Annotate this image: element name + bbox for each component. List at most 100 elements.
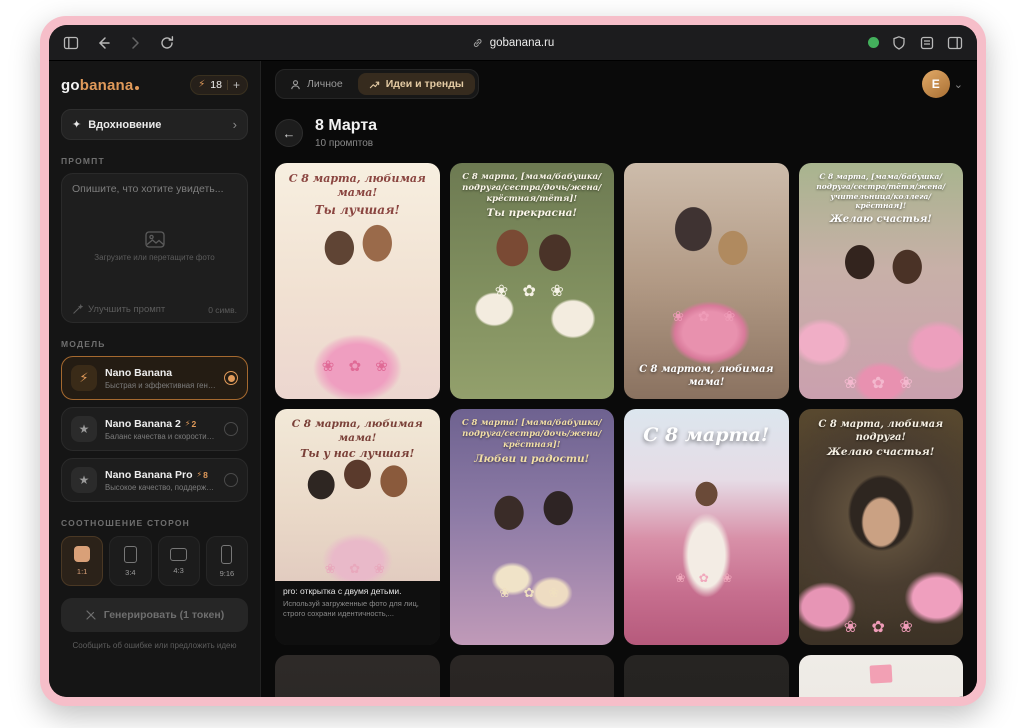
add-tokens-button[interactable]: + (233, 79, 240, 91)
sparkles-icon: ✦ (72, 119, 82, 131)
main-content: Личное Идеи и тренды E ⌄ ← 8 Марта 10 пр… (261, 61, 977, 697)
app-logo[interactable]: gobanana (61, 77, 140, 94)
model-option-nano-banana[interactable]: ⚡ Nano Banana Быстрая и эффективная гене… (61, 356, 248, 400)
person-icon (291, 79, 300, 89)
feedback-link[interactable]: Сообщить об ошибке или предложить идею (61, 641, 248, 650)
prompt-card-partial[interactable] (449, 655, 614, 697)
model-section-label: МОДЕЛЬ (61, 339, 106, 349)
link-icon (473, 38, 482, 47)
prompt-card-8[interactable]: С 8 марта, любимая подруга! Желаю счасть… (798, 409, 963, 645)
wand-icon (73, 304, 83, 314)
card-caption: С 8 марта! (643, 424, 770, 446)
card-caption: С 8 марта, любимая подруга! Желаю счасть… (818, 419, 944, 458)
prompt-card-6[interactable]: С 8 марта! [мама/бабушка/подруга/сестра/… (449, 409, 614, 645)
aspect-ratio-9-16[interactable]: 9:16 (205, 536, 248, 586)
back-icon[interactable] (95, 35, 111, 51)
model-description: Быстрая и эффективная генерация (105, 380, 216, 390)
collection-title: 8 Марта (315, 117, 378, 134)
upload-hint: Загрузите или перетащите фото (94, 252, 215, 262)
star-icon: ★ (71, 416, 97, 442)
prompt-card-partial[interactable] (624, 655, 789, 697)
reload-icon[interactable] (159, 35, 175, 51)
extensions-icon[interactable] (919, 35, 935, 51)
prompt-card-grid: С 8 марта, любимая мама! Ты лучшая! ❀ ✿ … (275, 163, 963, 697)
aspect-ratio-4-3[interactable]: 4:3 (157, 536, 200, 586)
square-shape-icon (74, 546, 91, 562)
token-balance[interactable]: ⚡ 18 + (190, 75, 248, 95)
prompt-card-7[interactable]: С 8 марта! ❀ ✿ ❀ (624, 409, 789, 645)
token-cost-badge: ⚡ 2 (184, 418, 197, 429)
flowers-decoration: ❀ ✿ ❀ (672, 308, 741, 324)
prompt-card-3[interactable]: С 8 мартом, любимая мама! ❀ ✿ ❀ (624, 163, 789, 399)
upload-dropzone[interactable]: Загрузите или перетащите фото (62, 195, 247, 297)
prompt-card-2[interactable]: С 8 марта, [мама/бабушка/подруга/сестра/… (449, 163, 614, 399)
status-dot-icon[interactable] (868, 37, 879, 48)
logo-dot (135, 85, 140, 90)
card-caption: С 8 марта, [мама/бабушка/подруга/сестра/… (462, 172, 602, 220)
prompt-card-partial[interactable] (798, 655, 963, 697)
tall-shape-icon (221, 544, 233, 564)
model-name: Nano Banana Pro (105, 468, 193, 481)
prompt-card-5[interactable]: С 8 марта, любимая мама! Ты у нас лучшая… (275, 409, 440, 645)
divider (226, 80, 228, 90)
lightning-icon: ⚡ (71, 365, 97, 391)
flowers-decoration: ❀ ✿ ❀ (494, 283, 569, 300)
account-menu[interactable]: E ⌄ (921, 70, 963, 98)
portrait-shape-icon (123, 545, 137, 563)
model-option-nano-banana-2[interactable]: ★ Nano Banana 2 ⚡ 2 Баланс качества и ско… (61, 407, 248, 451)
prompt-section-label: ПРОМПТ (61, 156, 105, 166)
browser-toolbar: gobanana.ru (49, 25, 977, 61)
sidebar: gobanana ⚡ 18 + ✦ Вдохновение › ПРОМПТ О… (49, 61, 261, 697)
aspect-ratio-3-4[interactable]: 3:4 (109, 536, 152, 586)
chevron-down-icon: ⌄ (953, 78, 963, 91)
generate-button[interactable]: Генерировать (1 токен) (61, 598, 248, 632)
sidebar-right-toggle-icon[interactable] (947, 35, 963, 51)
prompt-input-panel[interactable]: Опишите, что хотите увидеть... Загрузите… (61, 173, 248, 323)
card-prompt-preview: pro: открытка с двумя детьми. Используй … (275, 581, 440, 645)
shield-icon[interactable] (891, 35, 907, 51)
sticky-note-decoration (869, 664, 893, 684)
card-caption: С 8 мартом, любимая мама! (639, 364, 774, 388)
radio-icon[interactable] (224, 422, 238, 436)
lightning-icon: ⚡ (198, 79, 206, 90)
token-count: 18 (210, 79, 222, 91)
improve-prompt-button[interactable]: Улучшить промпт (88, 304, 165, 315)
collection-back-button[interactable]: ← (275, 119, 303, 147)
card-caption: С 8 марта! [мама/бабушка/подруга/сестра/… (461, 418, 602, 466)
model-name: Nano Banana (105, 366, 173, 379)
prompt-card-1[interactable]: С 8 марта, любимая мама! Ты лучшая! ❀ ✿ … (275, 163, 440, 399)
prompt-placeholder[interactable]: Опишите, что хотите увидеть... (62, 174, 247, 195)
aspect-ratio-1-1[interactable]: 1:1 (61, 536, 104, 586)
aspect-ratio-section-label: СООТНОШЕНИЕ СТОРОН (61, 518, 191, 528)
trending-up-icon (369, 81, 379, 88)
prompt-card-4[interactable]: С 8 марта, [мама/бабушка/подруга/сестра/… (798, 163, 963, 399)
collection-subtitle: 10 промптов (315, 138, 374, 149)
address-bar[interactable]: gobanana.ru (472, 36, 555, 49)
model-option-nano-banana-pro[interactable]: ★ Nano Banana Pro ⚡ 8 Высокое качество, п… (61, 458, 248, 502)
token-cost-badge: ⚡ 8 (196, 469, 208, 480)
inspiration-button[interactable]: ✦ Вдохновение › (61, 109, 248, 140)
prompt-card-partial[interactable] (275, 655, 440, 697)
model-name: Nano Banana 2 (105, 417, 181, 430)
browser-window: gobanana.ru gobanana ⚡ 18 + ✦ Вдохновени… (49, 25, 977, 697)
card-caption: С 8 марта, любимая мама! Ты лучшая! (288, 172, 426, 217)
view-tabs: Личное Идеи и тренды (275, 69, 479, 99)
radio-selected-icon[interactable] (224, 371, 238, 385)
tab-personal[interactable]: Личное (279, 73, 354, 95)
tab-ideas-trends[interactable]: Идеи и тренды (357, 73, 475, 95)
avatar[interactable]: E (921, 70, 950, 98)
url-text: gobanana.ru (489, 36, 555, 49)
flowers-decoration: ❀ ✿ ❀ (675, 571, 738, 585)
char-counter: 0 симв. (208, 304, 237, 315)
flowers-decoration: ❀ ✿ ❀ (843, 375, 918, 392)
forward-icon[interactable] (127, 35, 143, 51)
sidebar-toggle-icon[interactable] (63, 35, 79, 51)
radio-icon[interactable] (224, 473, 238, 487)
model-description: Высокое качество, поддержка 2K/4K (105, 482, 216, 492)
flowers-decoration: ❀ ✿ ❀ (324, 561, 390, 577)
model-description: Баланс качества и скорости, 2K/4K (105, 431, 216, 441)
star-icon: ★ (71, 467, 97, 493)
browser-window-frame: gobanana.ru gobanana ⚡ 18 + ✦ Вдохновени… (40, 16, 986, 706)
card-caption: С 8 марта, любимая мама! Ты у нас лучшая… (291, 418, 423, 461)
landscape-shape-icon (170, 547, 188, 561)
